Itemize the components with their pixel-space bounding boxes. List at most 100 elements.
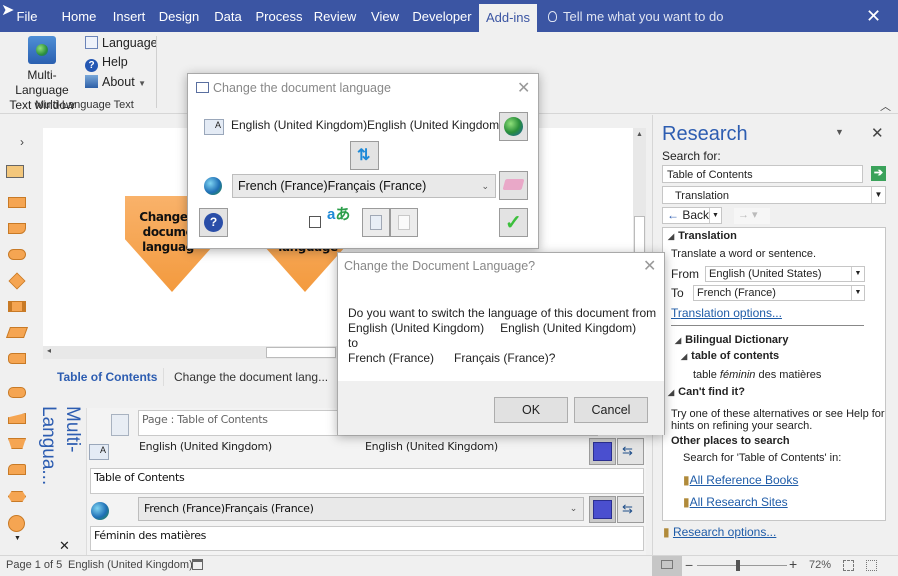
shape-data[interactable] bbox=[5, 327, 29, 338]
tab-add-ins[interactable]: Add-ins bbox=[479, 4, 537, 32]
help-button[interactable]: ? Help bbox=[85, 53, 128, 72]
shape-direct-data[interactable] bbox=[8, 387, 26, 398]
about-button[interactable]: About ▼ bbox=[85, 73, 146, 92]
all-research-sites-link[interactable]: ▮All Research Sites bbox=[683, 495, 788, 509]
option-checkbox[interactable] bbox=[309, 216, 321, 228]
language-settings-button[interactable] bbox=[499, 112, 528, 141]
language-label: Language bbox=[102, 36, 158, 50]
tell-me-search[interactable]: Tell me what you want to do bbox=[548, 0, 723, 32]
forward-button[interactable]: → ▾ bbox=[734, 208, 770, 224]
target-text-field[interactable]: Féminin des matières bbox=[90, 526, 644, 551]
shape-process[interactable] bbox=[8, 197, 26, 208]
tab-insert[interactable]: Insert bbox=[110, 0, 148, 32]
zoom-in-button[interactable]: + bbox=[789, 556, 797, 572]
scroll-down-icon[interactable]: ▼ bbox=[14, 535, 21, 542]
zoom-level[interactable]: 72% bbox=[809, 559, 831, 571]
tab-home[interactable]: Home bbox=[58, 0, 100, 32]
ribbon-tab-bar: File Home Insert Design Data Process Rev… bbox=[0, 0, 898, 32]
scroll-left-icon[interactable]: ◂ bbox=[47, 346, 51, 355]
swap-source-button[interactable]: ⇆ bbox=[617, 438, 644, 465]
bilingual-dictionary-header[interactable]: ◢ Bilingual Dictionary bbox=[675, 334, 788, 346]
horizontal-scroll-thumb[interactable] bbox=[266, 347, 336, 358]
books-search-icon: ▮ bbox=[663, 525, 670, 539]
ml-panel-close-icon[interactable]: ✕ bbox=[59, 538, 70, 554]
save-target-button[interactable] bbox=[589, 496, 616, 523]
pane-close-icon[interactable]: ✕ bbox=[871, 124, 884, 142]
presentation-mode-button[interactable] bbox=[652, 556, 682, 576]
vertical-scroll-thumb[interactable] bbox=[634, 216, 645, 256]
shape-stored-data[interactable] bbox=[8, 353, 26, 364]
to-language-select[interactable]: French (France) ▼ bbox=[693, 285, 865, 301]
from-label: From bbox=[671, 267, 699, 281]
shapes-panel: › ▼ bbox=[0, 115, 33, 555]
target-language-select[interactable]: French (France)Français (France) ⌄ bbox=[232, 174, 496, 198]
shape-subprocess[interactable] bbox=[8, 301, 26, 312]
single-page-button[interactable] bbox=[362, 208, 390, 237]
fit-page-icon[interactable] bbox=[843, 560, 854, 571]
translation-options-link[interactable]: Translation options... bbox=[671, 306, 782, 320]
swap-target-button[interactable]: ⇆ bbox=[617, 496, 644, 523]
translation-header[interactable]: ◢ Translation bbox=[668, 230, 737, 242]
confirm-button-area: OK Cancel bbox=[338, 381, 664, 435]
target-language-select[interactable]: French (France)Français (France) ⌄ bbox=[138, 497, 584, 521]
dialog-close-icon[interactable]: ✕ bbox=[517, 81, 530, 97]
service-select[interactable]: Translation ▼ bbox=[662, 186, 886, 204]
current-language: English (United Kingdom) bbox=[231, 118, 368, 132]
help-button[interactable]: ? bbox=[199, 208, 228, 237]
page-indicator[interactable]: Page 1 of 5 bbox=[6, 559, 62, 571]
from-language-select[interactable]: English (United States) ▼ bbox=[705, 266, 865, 282]
cant-find-header[interactable]: ◢ Can't find it? bbox=[668, 386, 745, 398]
all-pages-button[interactable] bbox=[390, 208, 418, 237]
zoom-slider-track[interactable] bbox=[697, 565, 787, 566]
shape-manual-operation[interactable] bbox=[8, 438, 26, 449]
language-button[interactable]: Language bbox=[85, 34, 158, 53]
source-language-native: English (United Kingdom) bbox=[365, 440, 498, 453]
back-label: Back bbox=[682, 208, 710, 222]
tab-developer[interactable]: Developer bbox=[412, 0, 472, 32]
page-tab-change-language[interactable]: Change the document lang... bbox=[174, 370, 328, 384]
switch-windows-icon[interactable] bbox=[866, 560, 877, 571]
zoom-slider-thumb[interactable] bbox=[735, 560, 740, 571]
ok-button[interactable]: OK bbox=[494, 397, 568, 423]
shape-circle[interactable] bbox=[8, 515, 25, 532]
expand-shapes-icon[interactable]: › bbox=[20, 135, 24, 149]
zoom-out-button[interactable]: − bbox=[685, 557, 693, 573]
shape-manual-input[interactable] bbox=[8, 413, 26, 424]
page-tab-table-of-contents[interactable]: Table of Contents bbox=[57, 370, 157, 384]
all-reference-books-link[interactable]: ▮All Reference Books bbox=[683, 473, 798, 487]
shape-document[interactable] bbox=[8, 223, 26, 234]
tab-process[interactable]: Process bbox=[255, 0, 303, 32]
scroll-up-icon[interactable]: ▲ bbox=[636, 131, 643, 138]
tab-data[interactable]: Data bbox=[211, 0, 245, 32]
swap-icon: ⇆ bbox=[622, 443, 633, 458]
swap-languages-button[interactable]: ⇅ bbox=[350, 141, 379, 170]
apply-button[interactable]: ✓ bbox=[499, 208, 528, 237]
confirm-message: Do you want to switch the language of th… bbox=[348, 306, 657, 365]
back-button[interactable]: ← Back ▼ bbox=[662, 207, 722, 224]
shape-decision[interactable] bbox=[8, 272, 26, 290]
cancel-button[interactable]: Cancel bbox=[574, 397, 648, 423]
research-options-link[interactable]: ▮ Research options... bbox=[663, 525, 776, 539]
pane-options-icon[interactable]: ▼ bbox=[835, 127, 844, 137]
pages-icon bbox=[398, 215, 410, 230]
collapse-ribbon-icon[interactable]: ︿ bbox=[880, 98, 891, 114]
term-header[interactable]: ◢ table of contents bbox=[681, 350, 779, 362]
tab-view[interactable]: View bbox=[367, 0, 403, 32]
confirm-dialog-close-icon[interactable]: ✕ bbox=[643, 259, 656, 275]
tab-design[interactable]: Design bbox=[157, 0, 201, 32]
language-indicator[interactable]: English (United Kingdom) bbox=[68, 559, 193, 571]
close-icon[interactable]: ✕ bbox=[866, 7, 881, 25]
shape-preparation[interactable] bbox=[8, 491, 26, 502]
macro-icon[interactable] bbox=[192, 559, 203, 570]
divider bbox=[671, 325, 864, 326]
research-search-input[interactable]: Table of Contents bbox=[662, 165, 863, 183]
shape-card[interactable] bbox=[8, 464, 26, 475]
tab-review[interactable]: Review bbox=[313, 0, 357, 32]
save-source-button[interactable] bbox=[589, 438, 616, 465]
clear-button[interactable] bbox=[499, 171, 528, 200]
shapes-menu-icon[interactable] bbox=[6, 165, 24, 178]
source-text-field[interactable]: Table of Contents bbox=[90, 468, 644, 494]
other-places-header: Other places to search bbox=[671, 435, 790, 447]
shape-terminator[interactable] bbox=[8, 249, 26, 260]
search-go-button[interactable]: ➔ bbox=[871, 166, 886, 181]
